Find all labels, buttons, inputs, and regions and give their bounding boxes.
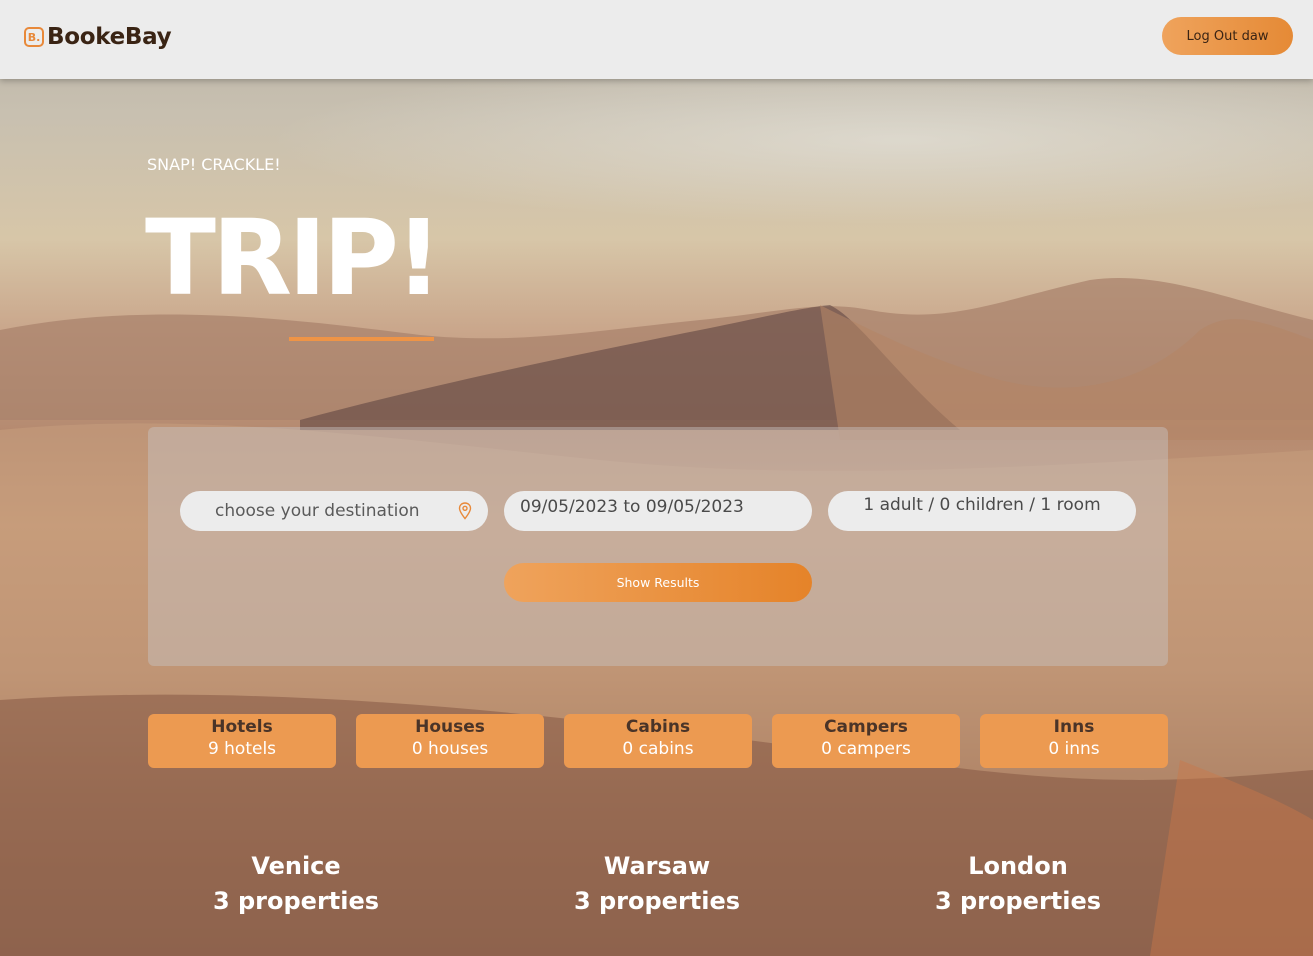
city-london[interactable]: London 3 properties bbox=[868, 849, 1168, 919]
category-count: 0 cabins bbox=[622, 739, 694, 759]
city-name: Venice bbox=[251, 852, 341, 880]
city-property-count: 3 properties bbox=[934, 887, 1102, 915]
hero-underline-divider bbox=[289, 337, 434, 341]
top-navbar: B. BookeBay Log Out daw bbox=[0, 0, 1313, 79]
search-panel: choose your destination 09/05/2023 to 09… bbox=[148, 427, 1168, 666]
category-count: 0 inns bbox=[1048, 739, 1100, 759]
category-count: 0 campers bbox=[821, 739, 911, 759]
category-houses[interactable]: Houses 0 houses bbox=[356, 714, 544, 768]
category-name: Cabins bbox=[625, 717, 691, 737]
category-cabins[interactable]: Cabins 0 cabins bbox=[564, 714, 752, 768]
category-name: Houses bbox=[415, 717, 485, 737]
category-count: 9 hotels bbox=[207, 739, 277, 759]
category-name: Campers bbox=[824, 717, 908, 737]
city-name: London bbox=[968, 852, 1068, 880]
city-property-count: 3 properties bbox=[573, 887, 741, 915]
bookebay-logo-icon: B. bbox=[24, 27, 44, 47]
map-pin-icon bbox=[458, 502, 472, 520]
city-warsaw[interactable]: Warsaw 3 properties bbox=[507, 849, 807, 919]
city-property-count: 3 properties bbox=[212, 887, 380, 915]
category-count: 0 houses bbox=[411, 739, 489, 759]
brand-logo[interactable]: B. BookeBay bbox=[24, 22, 172, 52]
city-name: Warsaw bbox=[603, 852, 711, 880]
category-inns[interactable]: Inns 0 inns bbox=[980, 714, 1168, 768]
show-results-button[interactable]: Show Results bbox=[504, 563, 812, 602]
destination-input[interactable]: choose your destination bbox=[180, 491, 488, 531]
logout-button[interactable]: Log Out daw bbox=[1162, 17, 1293, 55]
hero-title: TRIP! bbox=[145, 197, 442, 319]
guests-rooms-input[interactable]: 1 adult / 0 children / 1 room bbox=[828, 491, 1136, 531]
city-venice[interactable]: Venice 3 properties bbox=[146, 849, 446, 919]
date-range-input[interactable]: 09/05/2023 to 09/05/2023 bbox=[504, 491, 812, 531]
hero-kicker: SNAP! CRACKLE! bbox=[147, 155, 281, 174]
category-name: Hotels bbox=[211, 717, 273, 737]
destination-placeholder: choose your destination bbox=[215, 501, 420, 521]
brand-name: BookeBay bbox=[47, 24, 172, 50]
category-hotels[interactable]: Hotels 9 hotels bbox=[148, 714, 336, 768]
category-campers[interactable]: Campers 0 campers bbox=[772, 714, 960, 768]
category-name: Inns bbox=[1053, 717, 1095, 737]
